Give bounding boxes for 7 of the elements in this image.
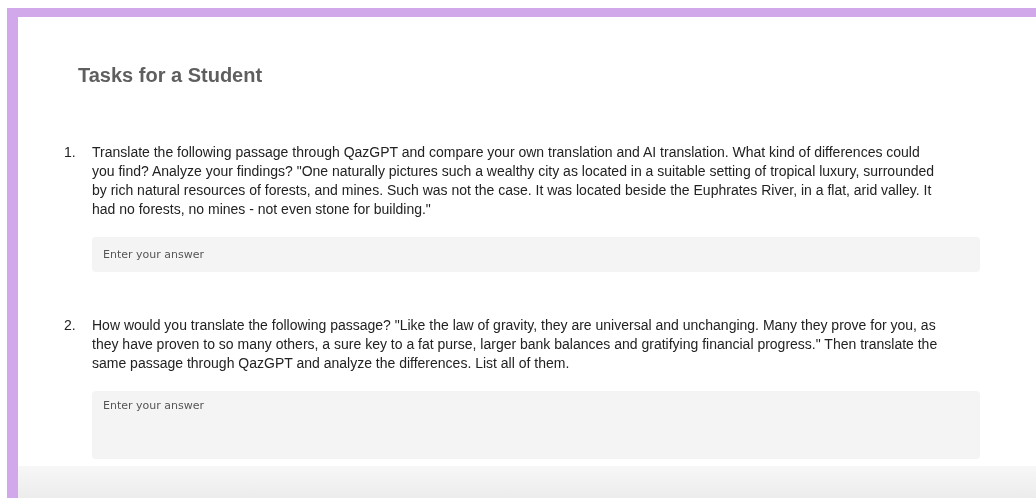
question-number: 2. (64, 316, 77, 335)
question-text: Translate the following passage through QazGPT and compare your own translation and AI translation. What kind of differences could you find? Analyze your findings? "One naturally pictures such a wealthy city as located in a suitable setting of tropical luxury, surrounded by rich natural resources of forests, and mines. Such was not the case. It was located beside the Euphrates River, in a flat, arid valley. It had no forests, no mines - not even stone for building." (92, 143, 936, 219)
answer-field[interactable]: Enter your answer (92, 391, 980, 459)
form-title: Tasks for a Student (78, 64, 264, 87)
answer-field[interactable]: Enter your answer (92, 237, 980, 272)
question-text: How would you translate the following passage? "Like the law of gravity, they are universal and unchanging. Many they prove for you, as they have proven to so many others, a sure key to a fat purse, larger bank balances and gratifying financial progress." Then translate the same passage through QazGPT and analyze the differences. List all of them. (92, 316, 939, 373)
question-number: 1. (64, 143, 77, 162)
